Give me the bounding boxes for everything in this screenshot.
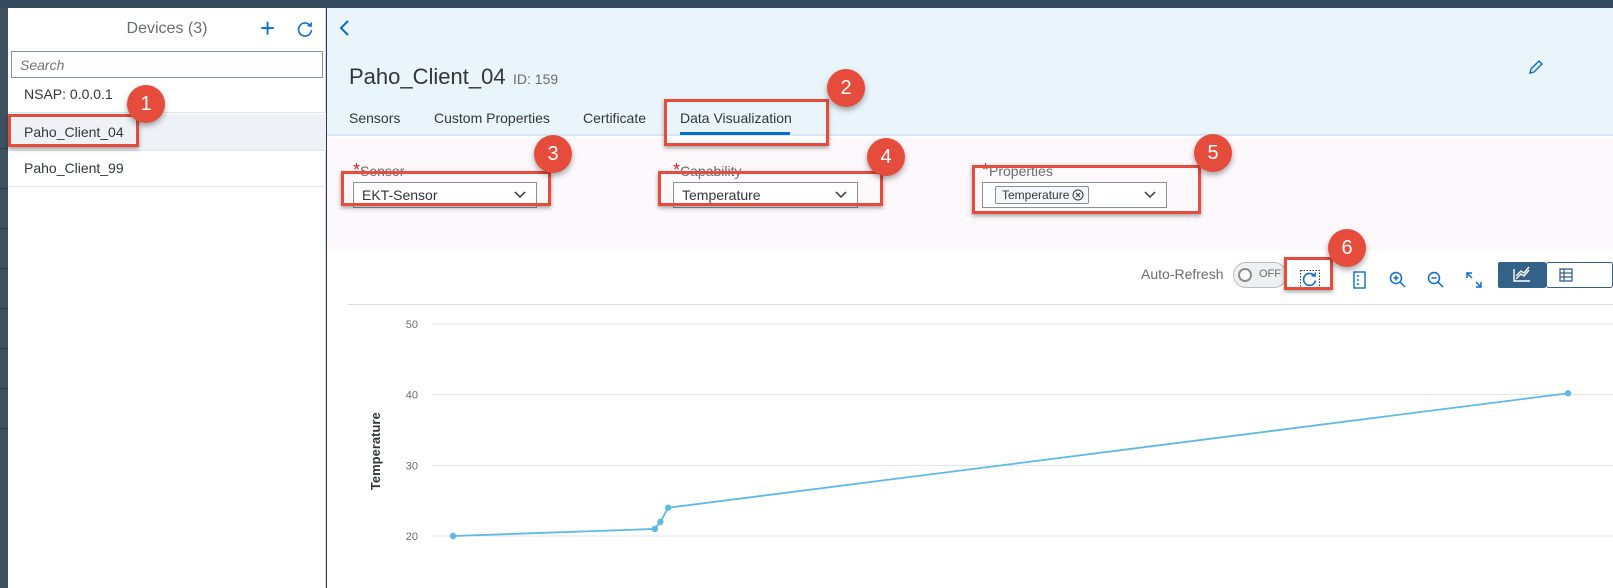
zoom-in-icon[interactable] xyxy=(1388,270,1408,290)
legend-icon[interactable] xyxy=(1350,270,1370,290)
auto-refresh-toggle[interactable]: OFF xyxy=(1233,262,1287,288)
device-label: Paho_Client_99 xyxy=(24,160,124,176)
callout-badge-4: 4 xyxy=(867,138,905,176)
y-axis-label: Temperature xyxy=(368,412,383,490)
callout-badge-3: 3 xyxy=(534,135,572,173)
data-point xyxy=(664,504,672,511)
edit-icon[interactable] xyxy=(1527,58,1545,76)
page-title: Paho_Client_04 xyxy=(349,64,506,89)
callout-badge-6: 6 xyxy=(1328,229,1366,267)
refresh-icon[interactable] xyxy=(296,20,314,38)
devices-title: Devices (3) xyxy=(126,20,208,37)
y-tick-label: 30 xyxy=(406,460,418,472)
tab-sensors[interactable]: Sensors xyxy=(349,110,400,126)
device-detail: Paho_Client_04 ID: 159 Sensors Custom Pr… xyxy=(327,8,1613,588)
highlight-refresh xyxy=(1284,257,1333,290)
highlight-device xyxy=(8,114,139,147)
series-line xyxy=(452,392,1569,537)
toolbar-divider xyxy=(348,304,1613,305)
left-strip xyxy=(0,8,8,588)
highlight-properties xyxy=(972,165,1201,214)
highlight-capability xyxy=(658,171,883,206)
tab-certificate[interactable]: Certificate xyxy=(583,110,646,126)
callout-badge-1: 1 xyxy=(127,85,165,123)
highlight-sensor xyxy=(341,171,551,206)
toggle-state: OFF xyxy=(1259,268,1281,280)
temperature-chart: 20 30 40 50 Temperature xyxy=(368,319,1613,543)
search-input[interactable] xyxy=(11,51,323,78)
fullscreen-icon[interactable] xyxy=(1464,270,1484,290)
y-tick-label: 40 xyxy=(406,390,418,402)
table-view-button[interactable] xyxy=(1546,262,1613,288)
device-sidebar: Devices (3) + NSAP: 0.0.0.1 Paho_Client_… xyxy=(8,8,326,588)
callout-badge-5: 5 xyxy=(1194,134,1232,172)
y-tick-label: 20 xyxy=(406,531,418,543)
add-device-icon[interactable]: + xyxy=(260,14,275,42)
auto-refresh-label: Auto-Refresh xyxy=(1141,266,1224,282)
data-point xyxy=(449,532,457,540)
device-id: ID: 159 xyxy=(513,71,559,87)
y-tick-label: 50 xyxy=(406,319,418,331)
device-list-item[interactable]: NSAP: 0.0.0.1 xyxy=(8,76,326,113)
device-list-item[interactable]: Paho_Client_99 xyxy=(8,150,326,187)
back-icon[interactable] xyxy=(333,16,357,40)
zoom-out-icon[interactable] xyxy=(1426,270,1446,290)
data-point xyxy=(651,525,659,533)
top-bar xyxy=(0,0,1613,8)
tab-custom-properties[interactable]: Custom Properties xyxy=(434,110,550,126)
data-point xyxy=(1564,390,1572,397)
object-header: Paho_Client_04 ID: 159 Sensors Custom Pr… xyxy=(327,8,1613,136)
callout-badge-2: 2 xyxy=(827,69,865,107)
data-point xyxy=(657,518,664,526)
chart-view-button[interactable] xyxy=(1498,262,1546,288)
highlight-tab xyxy=(664,99,829,146)
device-label: NSAP: 0.0.0.1 xyxy=(24,86,113,102)
